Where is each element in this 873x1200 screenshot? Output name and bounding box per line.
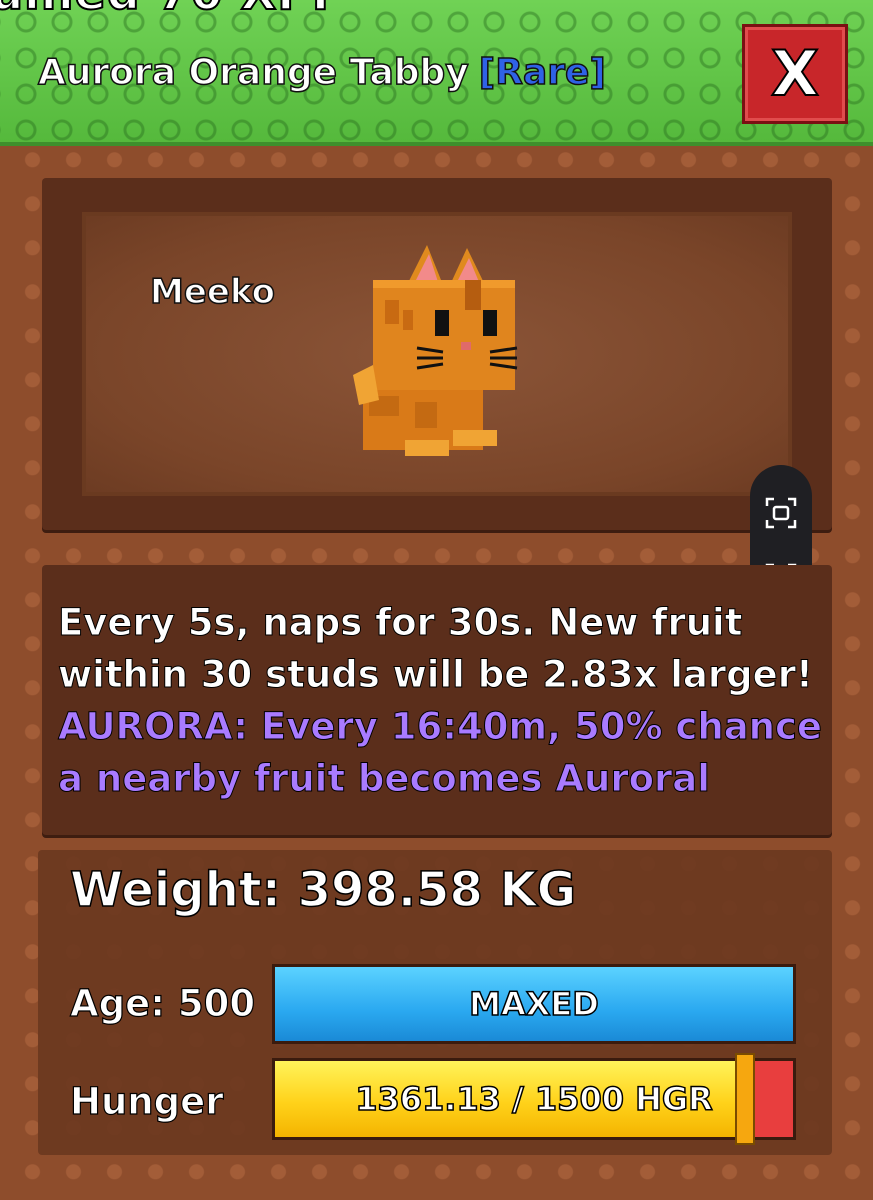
age-status-text: MAXED	[468, 984, 599, 1024]
cat-pet-icon	[353, 245, 518, 456]
pet-title: Aurora Orange Tabby [Rare]	[37, 51, 607, 94]
close-button[interactable]: X	[742, 24, 848, 124]
rarity-label: [Rare]	[478, 51, 607, 94]
pet-name: Meeko	[149, 271, 276, 313]
pet-type: Aurora Orange Tabby	[37, 51, 469, 94]
age-progress-bar: MAXED	[272, 964, 796, 1044]
mutation-text: AURORA: Every 16:40m, 50% chance a nearb…	[58, 705, 823, 801]
ability-description-panel: Every 5s, naps for 30s. New fruit within…	[42, 565, 832, 835]
xp-notification: ained 70 XPP	[0, 0, 347, 21]
hunger-label: Hunger	[69, 1079, 224, 1123]
close-icon: X	[770, 37, 820, 110]
ability-description: Every 5s, naps for 30s. New fruit within…	[58, 597, 828, 805]
hunger-value-text: 1361.13 / 1500 HGR	[354, 1079, 713, 1119]
age-label: Age: 500	[69, 981, 256, 1025]
hunger-progress-bar: 1361.13 / 1500 HGR	[272, 1053, 796, 1145]
ability-text: Every 5s, naps for 30s. New fruit within…	[58, 601, 814, 697]
screenshot-icon[interactable]	[763, 495, 799, 531]
weight-label: Weight: 398.58 KG	[69, 861, 577, 919]
header-bar: ained 70 XPP Aurora Orange Tabby[Rare] X	[0, 0, 873, 146]
